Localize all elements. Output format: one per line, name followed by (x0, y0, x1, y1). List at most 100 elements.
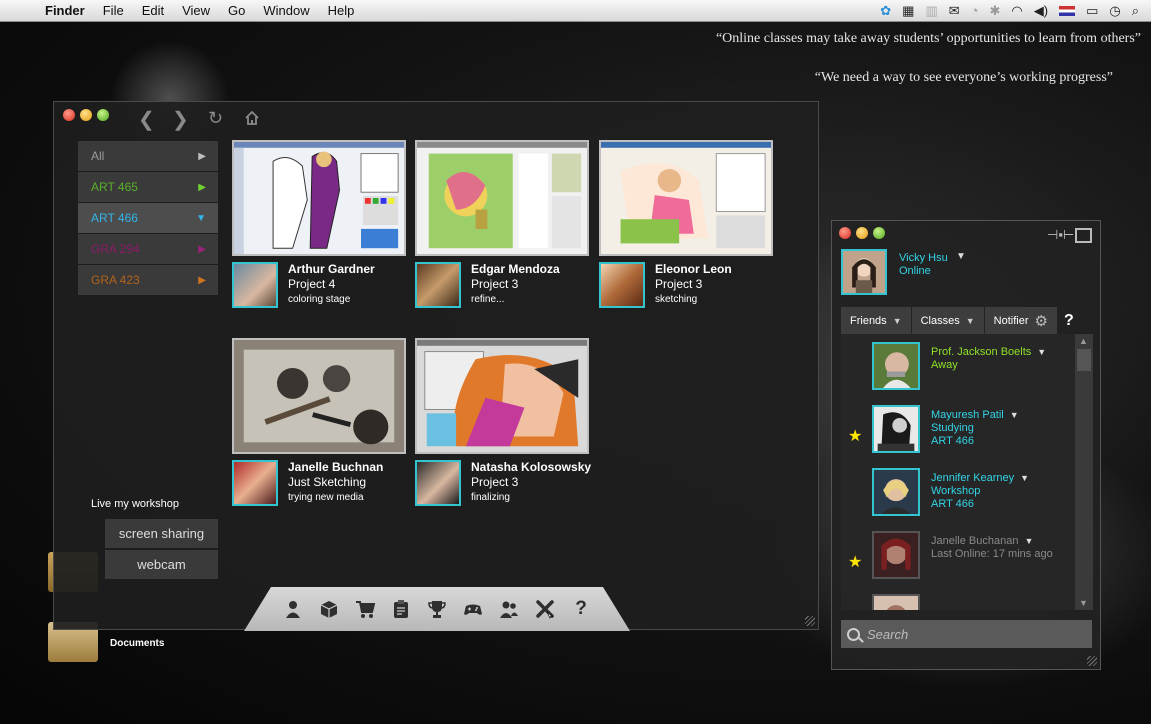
student-avatar[interactable] (232, 262, 278, 308)
bars-status-icon[interactable]: ▥ (925, 3, 937, 19)
work-screenshot[interactable] (415, 140, 589, 256)
class-item-gra-423[interactable]: GRA 423 ▶ (78, 265, 218, 295)
people-icon[interactable] (497, 599, 521, 619)
reload-icon[interactable]: ↻ (208, 108, 223, 129)
battery-icon[interactable]: ▭ (1086, 3, 1098, 19)
mail-status-icon[interactable]: ✉ (949, 3, 960, 19)
menu-file[interactable]: File (94, 3, 133, 18)
student-card[interactable]: Natasha Kolosowsky Project 3 finalizing (415, 338, 591, 510)
time-machine-icon[interactable]: ◔ (971, 3, 979, 18)
menu-window[interactable]: Window (254, 3, 318, 18)
box-icon[interactable] (317, 599, 341, 619)
student-project: Project 3 (471, 277, 519, 291)
menu-go[interactable]: Go (219, 3, 254, 18)
app-status-icon[interactable]: ✿ (880, 3, 891, 19)
student-avatar[interactable] (415, 262, 461, 308)
class-item-art-466[interactable]: ART 466 ▼ (78, 203, 218, 233)
friend-last-online: Last Online: 17 mins ago (931, 548, 1053, 560)
close-window-button[interactable] (839, 227, 851, 239)
work-screenshot[interactable] (599, 140, 773, 256)
gamepad-icon[interactable] (461, 599, 485, 619)
class-item-all[interactable]: All ▶ (78, 141, 218, 171)
chevron-down-icon[interactable]: ▼ (1037, 347, 1046, 357)
friend-avatar[interactable] (872, 594, 920, 610)
volume-icon[interactable]: ◀) (1034, 3, 1048, 19)
tab-friends[interactable]: Friends ▼ (841, 307, 911, 334)
friend-item[interactable]: Prof. Jackson Boelts ▼ Away (841, 342, 1075, 402)
student-card[interactable]: Arthur Gardner Project 4 coloring stage (232, 140, 406, 312)
search-input[interactable] (867, 626, 1077, 642)
friend-item[interactable] (841, 594, 1075, 610)
friend-avatar[interactable] (872, 342, 920, 390)
resize-grip-icon[interactable] (1087, 656, 1097, 666)
friend-avatar[interactable] (872, 531, 920, 579)
scroll-thumb[interactable] (1077, 349, 1091, 371)
tab-classes[interactable]: Classes ▼ (911, 307, 984, 334)
student-avatar[interactable] (599, 262, 645, 308)
gear-icon[interactable]: ⚙ (1035, 312, 1048, 330)
friend-list-scrollbar[interactable]: ▲ ▼ (1075, 334, 1093, 610)
help-icon[interactable]: ? (569, 598, 593, 620)
minimize-window-button[interactable] (80, 109, 92, 121)
clipboard-icon[interactable] (389, 599, 413, 619)
work-screenshot[interactable] (415, 338, 589, 454)
status-icons: ✿ ▦ ▥ ✉ ◔ ✱ ◠ ◀) ▭ ◷ ⌕ (880, 3, 1151, 19)
webcam-button[interactable]: webcam (105, 550, 218, 579)
student-card[interactable]: Edgar Mendoza Project 3 refine... (415, 140, 589, 312)
resize-grip-icon[interactable] (805, 616, 815, 626)
back-arrow-icon[interactable]: ❮ (138, 107, 155, 132)
zoom-window-button[interactable] (873, 227, 885, 239)
scroll-down-icon[interactable]: ▼ (1079, 598, 1088, 608)
maximize-icon[interactable] (1075, 228, 1092, 243)
close-window-button[interactable] (63, 109, 75, 121)
friend-item[interactable]: Jennifer Kearney ▼ Workshop ART 466 (841, 468, 1075, 528)
tab-notifier[interactable]: Notifier ⚙ (984, 307, 1057, 334)
forward-arrow-icon[interactable]: ❯ (172, 107, 189, 132)
clock-icon[interactable]: ◷ (1109, 3, 1120, 19)
person-icon[interactable] (281, 599, 305, 619)
work-screenshot[interactable] (232, 140, 406, 256)
drawing-app-screenshot (234, 142, 404, 254)
zoom-window-button[interactable] (97, 109, 109, 121)
menu-edit[interactable]: Edit (133, 3, 173, 18)
student-card[interactable]: Janelle Buchnan Just Sketching trying ne… (232, 338, 406, 510)
menu-help[interactable]: Help (319, 3, 364, 18)
my-avatar[interactable] (841, 249, 887, 295)
menu-view[interactable]: View (173, 3, 219, 18)
wifi-icon[interactable]: ◠ (1011, 3, 1022, 19)
minimize-window-button[interactable] (856, 227, 868, 239)
friend-class: ART 466 (931, 435, 975, 447)
calendar-status-icon[interactable]: ▦ (902, 3, 914, 19)
class-item-gra-294[interactable]: GRA 294 ▶ (78, 234, 218, 264)
tools-icon[interactable] (533, 599, 557, 619)
home-icon[interactable] (244, 110, 260, 126)
scroll-up-icon[interactable]: ▲ (1079, 336, 1088, 346)
screen-sharing-button[interactable]: screen sharing (105, 519, 218, 548)
class-item-art-465[interactable]: ART 465 ▶ (78, 172, 218, 202)
friend-status: Studying (931, 422, 974, 434)
student-avatar[interactable] (232, 460, 278, 506)
chevron-down-icon[interactable]: ▼ (1020, 473, 1029, 483)
spotlight-icon[interactable]: ⌕ (1132, 3, 1139, 19)
friend-avatar[interactable] (872, 468, 920, 516)
chevron-down-icon[interactable]: ▼ (1024, 536, 1033, 546)
friend-item[interactable]: ★ Janelle Buchanan ▼ Last Online: 17 mins… (841, 531, 1075, 591)
friend-avatar[interactable] (872, 405, 920, 453)
bluetooth-icon[interactable]: ✱ (990, 3, 1001, 19)
chevron-down-icon[interactable]: ▼ (1010, 410, 1019, 420)
pin-icon[interactable]: ⊣▪⊢ (1047, 227, 1074, 243)
input-flag-icon[interactable] (1059, 5, 1076, 16)
student-status: coloring stage (288, 294, 351, 305)
star-icon[interactable]: ★ (848, 426, 862, 446)
star-icon[interactable]: ★ (848, 552, 862, 572)
status-dropdown-icon[interactable]: ▼ (956, 251, 966, 262)
menu-app-finder[interactable]: Finder (36, 3, 94, 18)
student-avatar[interactable] (415, 460, 461, 506)
student-card[interactable]: Eleonor Leon Project 3 sketching (599, 140, 773, 312)
work-photo[interactable] (232, 338, 406, 454)
chevron-down-icon: ▼ (965, 315, 975, 326)
trophy-icon[interactable] (425, 599, 449, 619)
help-button[interactable]: ? (1058, 307, 1083, 334)
friend-item[interactable]: ★ Mayuresh Patil ▼ Studying ART 466 (841, 405, 1075, 465)
cart-icon[interactable] (353, 599, 377, 619)
